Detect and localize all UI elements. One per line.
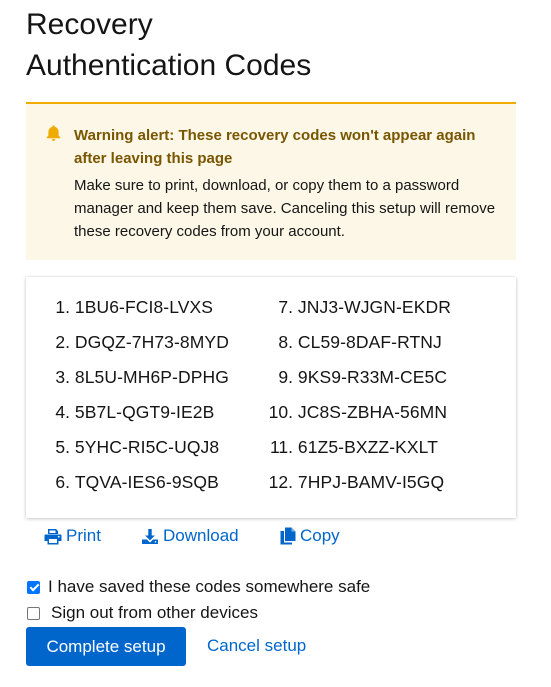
- code-value: 1BU6-FCI8-LVXS: [74, 297, 214, 317]
- code-number: 4.: [55, 402, 70, 422]
- code-item: 2. DGQZ-7H73-8MYD: [46, 329, 229, 364]
- code-number: 1.: [55, 297, 70, 317]
- copy-button[interactable]: Copy: [280, 524, 340, 548]
- saved-codes-label: I have saved these codes somewhere safe: [48, 577, 371, 596]
- saved-codes-option[interactable]: I have saved these codes somewhere safe: [26, 575, 370, 599]
- recovery-codes-card: 1. 1BU6-FCI8-LVXS 2. DGQZ-7H73-8MYD 3. 8…: [26, 277, 516, 518]
- alert-description: Make sure to print, download, or copy th…: [74, 177, 496, 240]
- recovery-codes-list-left: 1. 1BU6-FCI8-LVXS 2. DGQZ-7H73-8MYD 3. 8…: [46, 294, 229, 504]
- warning-alert: Warning alert: These recovery codes won'…: [26, 102, 516, 260]
- complete-setup-button[interactable]: Complete setup: [26, 627, 186, 666]
- code-number: 9.: [278, 367, 293, 387]
- code-item: 10. JC8S-ZBHA-56MN: [260, 399, 451, 434]
- page-title-line-1: Recovery: [26, 8, 153, 41]
- code-item: 11. 61Z5-BXZZ-KXLT: [260, 434, 451, 469]
- code-number: 6.: [55, 472, 70, 492]
- code-value: JC8S-ZBHA-56MN: [297, 402, 448, 422]
- code-value: CL59-8DAF-RTNJ: [297, 332, 442, 352]
- code-actions: Print Download Copy: [0, 524, 551, 548]
- code-item: 5. 5YHC-RI5C-UQJ8: [46, 434, 229, 469]
- bell-icon: [45, 124, 63, 142]
- code-value: 5B7L-QGT9-IE2B: [74, 402, 215, 422]
- download-icon: [142, 528, 158, 544]
- code-number: 10.: [268, 402, 293, 422]
- download-button[interactable]: Download: [141, 524, 239, 548]
- signout-label: Sign out from other devices: [51, 603, 258, 622]
- code-number: 8.: [278, 332, 293, 352]
- code-item: 7. JNJ3-WJGN-EKDR: [260, 294, 451, 329]
- cancel-setup-link[interactable]: Cancel setup: [207, 634, 306, 658]
- code-number: 12.: [268, 472, 293, 492]
- code-item: 6. TQVA-IES6-9SQB: [46, 469, 229, 504]
- recovery-codes-list-right: 7. JNJ3-WJGN-EKDR 8. CL59-8DAF-RTNJ 9. 9…: [260, 294, 451, 504]
- saved-codes-checkbox[interactable]: [27, 580, 40, 594]
- code-item: 8. CL59-8DAF-RTNJ: [260, 329, 451, 364]
- code-value: 5YHC-RI5C-UQJ8: [74, 437, 220, 457]
- code-item: 1. 1BU6-FCI8-LVXS: [46, 294, 229, 329]
- copy-label: Copy: [300, 526, 340, 545]
- code-item: 3. 8L5U-MH6P-DPHG: [46, 364, 229, 399]
- code-value: 9KS9-R33M-CE5C: [297, 367, 448, 387]
- print-label: Print: [66, 526, 101, 545]
- code-value: DGQZ-7H73-8MYD: [74, 332, 229, 352]
- code-number: 11.: [269, 437, 293, 457]
- print-button[interactable]: Print: [44, 524, 101, 548]
- code-value: 7HPJ-BAMV-I5GQ: [297, 472, 445, 492]
- code-value: 61Z5-BXZZ-KXLT: [297, 437, 439, 457]
- download-label: Download: [163, 526, 239, 545]
- code-item: 4. 5B7L-QGT9-IE2B: [46, 399, 229, 434]
- print-icon: [44, 528, 62, 544]
- alert-title: Warning alert: These recovery codes won'…: [74, 127, 476, 167]
- code-number: 7.: [278, 297, 293, 317]
- code-number: 3.: [55, 367, 70, 387]
- code-value: 8L5U-MH6P-DPHG: [74, 367, 229, 387]
- page-title-line-2: Authentication Codes: [26, 49, 312, 82]
- code-value: JNJ3-WJGN-EKDR: [297, 297, 451, 317]
- copy-icon: [280, 527, 296, 545]
- code-item: 12. 7HPJ-BAMV-I5GQ: [260, 469, 451, 504]
- signout-checkbox[interactable]: [27, 606, 40, 620]
- signout-option[interactable]: Sign out from other devices: [26, 601, 258, 625]
- code-value: TQVA-IES6-9SQB: [74, 472, 219, 492]
- code-number: 2.: [55, 332, 70, 352]
- code-number: 5.: [55, 437, 70, 457]
- code-item: 9. 9KS9-R33M-CE5C: [260, 364, 451, 399]
- page-title: Recovery Authentication Codes: [26, 4, 526, 86]
